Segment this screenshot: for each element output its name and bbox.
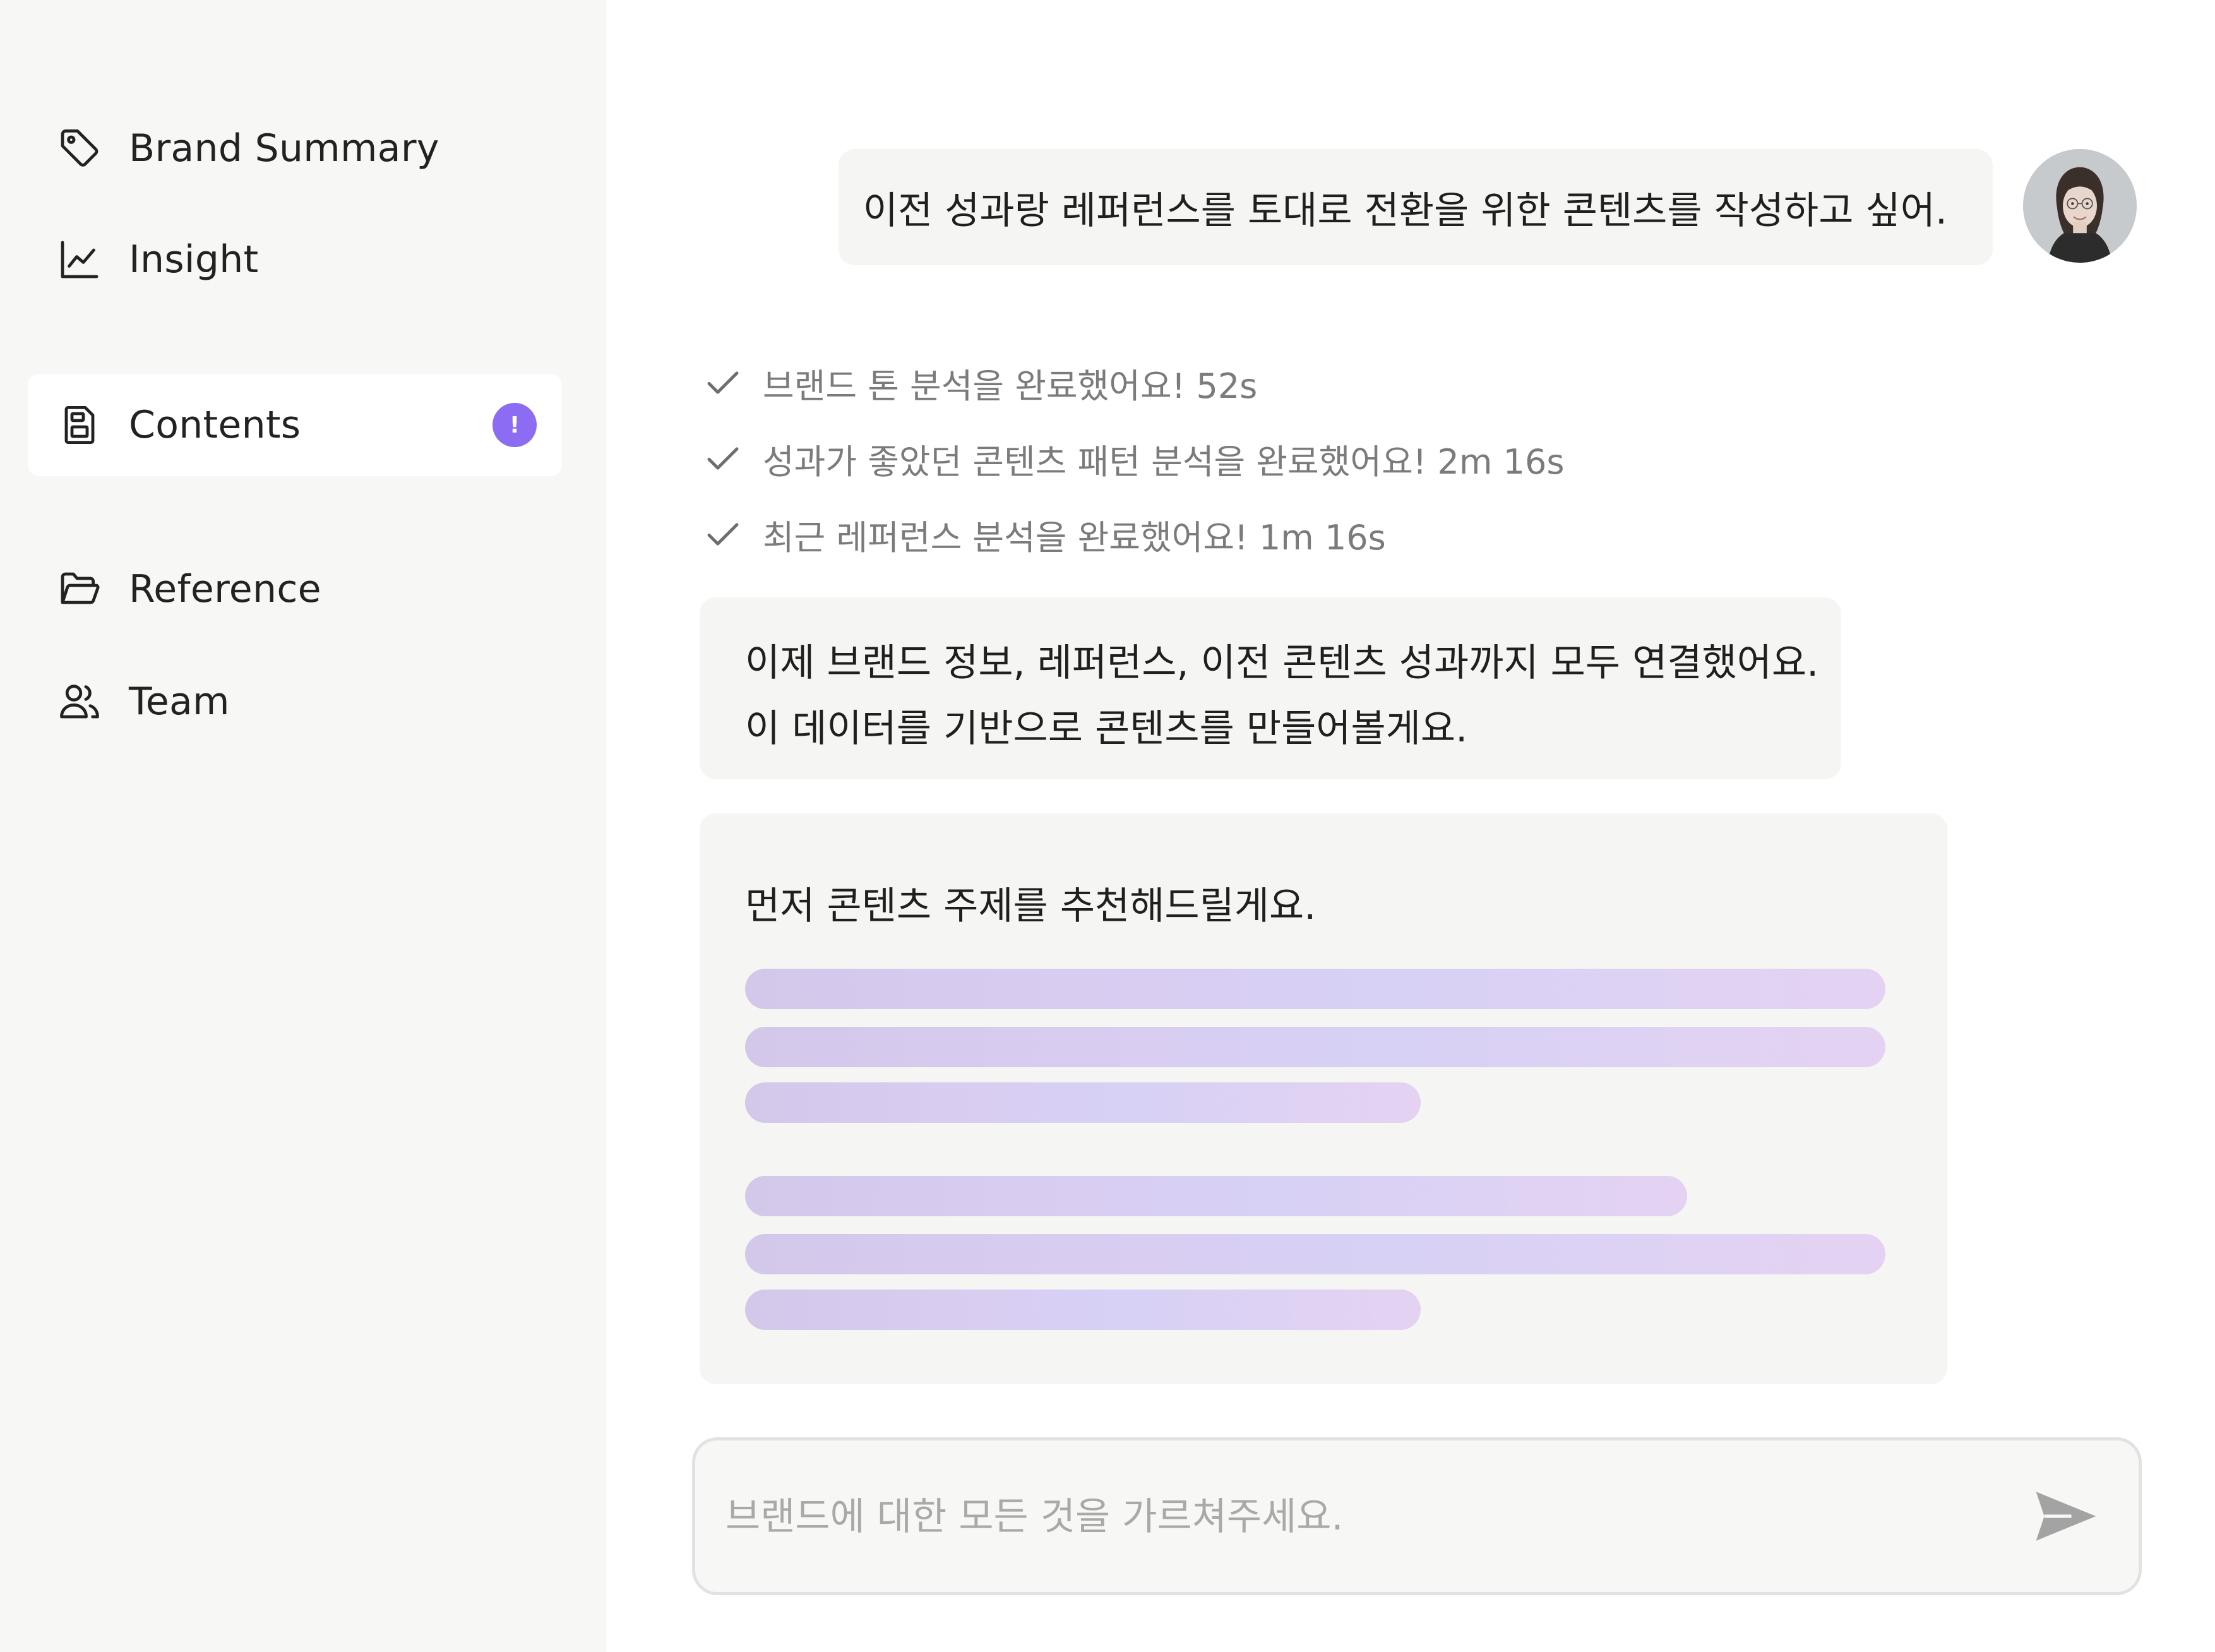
user-message-text: 이전 성과랑 레퍼런스를 토대로 전환을 위한 콘텐츠를 작성하고 싶어. [863, 188, 1947, 233]
status-step-text: 최근 레퍼런스 분석을 완료했어요! 1m 16s [763, 517, 1386, 558]
loading-skeleton-line [745, 1082, 1421, 1123]
avatar-photo [2023, 149, 2137, 263]
notification-badge: ! [493, 403, 537, 447]
chat-input[interactable] [724, 1440, 1926, 1593]
sidebar-item-label: Insight [129, 237, 259, 282]
sidebar: Brand Summary Insight Contents ! Referen… [0, 0, 606, 1652]
status-step-text: 성과가 좋았던 콘텐츠 패턴 분석을 완료했어요! 2m 16s [763, 441, 1565, 482]
status-step-text: 브랜드 톤 분석을 완료했어요! 52s [763, 366, 1258, 406]
check-icon [702, 362, 744, 404]
tag-icon [57, 126, 102, 171]
sidebar-item-brand-summary[interactable]: Brand Summary [28, 97, 562, 200]
sidebar-item-team[interactable]: Team [28, 650, 562, 753]
send-button[interactable] [2031, 1485, 2101, 1548]
check-icon [702, 438, 744, 479]
sidebar-item-reference[interactable]: Reference [28, 538, 562, 640]
status-step: 성과가 좋았던 콘텐츠 패턴 분석을 완료했어요! 2m 16s [702, 433, 1565, 484]
send-icon [2036, 1492, 2096, 1541]
user-message-bubble: 이전 성과랑 레퍼런스를 토대로 전환을 위한 콘텐츠를 작성하고 싶어. [839, 149, 1993, 265]
sidebar-item-insight[interactable]: Insight [28, 208, 562, 311]
loading-skeleton-line [745, 1176, 1687, 1216]
topic-card-title: 먼저 콘텐츠 주제를 추천해드릴게요. [745, 884, 1316, 928]
loading-skeleton-line [745, 1234, 1885, 1274]
user-avatar[interactable] [2023, 149, 2137, 263]
assistant-message-line: 이제 브랜드 정보, 레퍼런스, 이전 콘텐츠 성과까지 모두 연결했어요. [745, 641, 1819, 685]
loading-skeleton-line [745, 1027, 1885, 1067]
assistant-message-line: 이 데이터를 기반으로 콘텐츠를 만들어볼게요. [745, 707, 1468, 751]
chat-input-container [692, 1437, 2142, 1595]
status-step: 최근 레퍼런스 분석을 완료했어요! 1m 16s [702, 509, 1386, 560]
assistant-message-bubble: 이제 브랜드 정보, 레퍼런스, 이전 콘텐츠 성과까지 모두 연결했어요. 이… [700, 597, 1841, 779]
loading-skeleton-line [745, 1290, 1421, 1330]
folder-open-icon [57, 566, 102, 612]
loading-skeleton-line [745, 969, 1885, 1009]
line-chart-icon [57, 237, 102, 282]
sidebar-item-label: Team [129, 679, 230, 724]
sidebar-item-label: Brand Summary [129, 126, 439, 171]
sidebar-item-label: Reference [129, 567, 321, 611]
users-icon [57, 679, 102, 724]
document-icon [57, 402, 102, 448]
topic-recommendation-card: 먼저 콘텐츠 주제를 추천해드릴게요. [700, 813, 1947, 1384]
sidebar-item-label: Contents [129, 403, 301, 447]
status-step: 브랜드 톤 분석을 완료했어요! 52s [702, 357, 1257, 408]
check-icon [702, 513, 744, 555]
sidebar-item-contents[interactable]: Contents ! [28, 374, 562, 476]
